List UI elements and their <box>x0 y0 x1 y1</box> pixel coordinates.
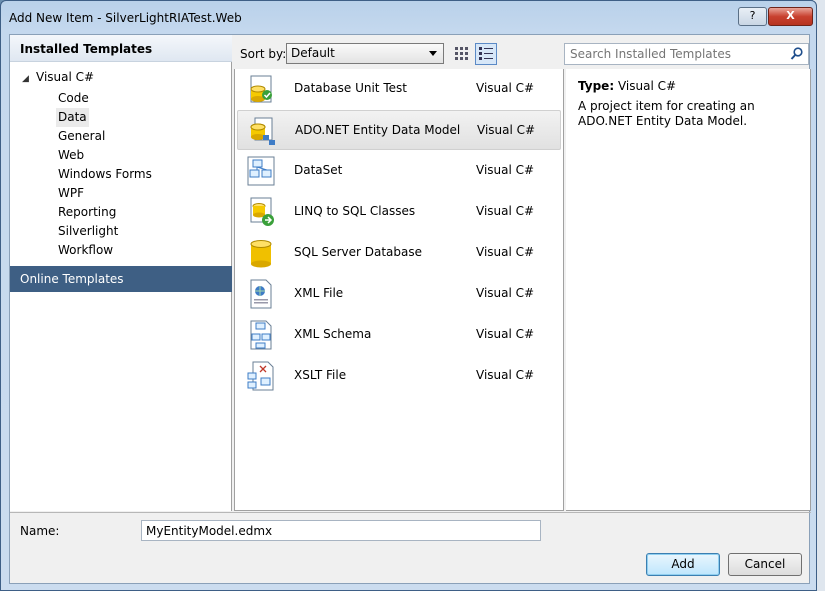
tree-item-general[interactable]: General <box>56 127 107 146</box>
tree-root-label: Visual C# <box>36 70 95 84</box>
search-input[interactable] <box>565 44 785 64</box>
tree-item-code[interactable]: Code <box>56 89 91 108</box>
template-language: Visual C# <box>476 163 535 177</box>
template-row[interactable]: LINQ to SQL Classes Visual C# <box>237 192 561 232</box>
template-row[interactable]: XML Schema Visual C# <box>237 315 561 355</box>
sql-database-icon <box>250 240 272 268</box>
tree-item-workflow[interactable]: Workflow <box>56 241 115 260</box>
template-row[interactable]: XML File Visual C# <box>237 274 561 314</box>
online-templates-item[interactable]: Online Templates <box>10 266 232 292</box>
toolbar: Sort by: Default <box>233 35 811 67</box>
template-name: XML File <box>294 286 344 300</box>
template-language: Visual C# <box>476 368 535 382</box>
template-name: XSLT File <box>294 368 347 382</box>
template-row[interactable]: DataSet Visual C# <box>237 151 561 191</box>
name-label: Name: <box>20 524 60 538</box>
template-row[interactable]: ADO.NET Entity Data Model Visual C# <box>237 110 561 150</box>
dataset-icon <box>247 156 275 186</box>
details-view-button[interactable] <box>475 43 497 65</box>
sort-dropdown-value: Default <box>291 46 335 60</box>
tree-item-silverlight[interactable]: Silverlight <box>56 222 120 241</box>
template-list: Database Unit Test Visual C# ADO.NET Entit… <box>234 69 564 511</box>
template-language: Visual C# <box>476 245 535 259</box>
template-name: SQL Server Database <box>294 245 422 259</box>
sort-by-label: Sort by: <box>240 47 287 61</box>
search-icon[interactable] <box>790 47 804 61</box>
grid-view-icon <box>455 47 468 60</box>
template-language: Visual C# <box>477 123 536 137</box>
template-language: Visual C# <box>476 81 535 95</box>
cancel-button[interactable]: Cancel <box>728 553 802 576</box>
xml-file-icon <box>250 279 272 309</box>
template-name: XML Schema <box>294 327 372 341</box>
dialog-body: Installed Templates ◢ Visual C# Code Data G… <box>9 34 811 584</box>
linq-to-sql-icon <box>250 197 274 226</box>
entity-data-model-icon <box>250 117 275 145</box>
type-label: Type: <box>578 79 615 93</box>
template-name: ADO.NET Entity Data Model <box>295 123 461 137</box>
template-language: Visual C# <box>476 204 535 218</box>
add-button[interactable]: Add <box>646 553 720 576</box>
template-description: A project item for creating an ADO.NET E… <box>578 99 755 128</box>
close-button[interactable]: X <box>768 7 813 26</box>
search-box[interactable] <box>564 43 809 65</box>
xml-schema-icon <box>250 320 272 350</box>
database-unit-test-icon <box>250 75 272 103</box>
template-details-pane: Type: Visual C# A project item for creat… <box>566 69 811 511</box>
template-row[interactable]: SQL Server Database Visual C# <box>237 233 561 273</box>
help-button[interactable]: ? <box>738 7 767 26</box>
name-row: Name: <box>10 512 811 542</box>
tree-item-data[interactable]: Data <box>56 108 89 127</box>
template-row[interactable]: Database Unit Test Visual C# <box>237 69 561 109</box>
add-new-item-dialog: Add New Item - SilverLightRIATest.Web ? … <box>0 0 817 591</box>
template-language: Visual C# <box>476 286 535 300</box>
type-line: Type: Visual C# <box>578 79 798 99</box>
small-icons-view-button[interactable] <box>451 43 473 65</box>
tree-item-reporting[interactable]: Reporting <box>56 203 118 222</box>
list-view-icon <box>479 47 493 60</box>
template-language: Visual C# <box>476 327 535 341</box>
sort-dropdown[interactable]: Default <box>286 43 444 64</box>
installed-templates-header[interactable]: Installed Templates <box>10 35 232 62</box>
expand-arrow-icon[interactable]: ◢ <box>22 74 36 84</box>
template-name: Database Unit Test <box>294 81 407 95</box>
template-categories-panel: Installed Templates ◢ Visual C# Code Data G… <box>10 35 232 511</box>
name-field[interactable] <box>141 520 541 541</box>
tree-item-windows-forms[interactable]: Windows Forms <box>56 165 154 184</box>
template-name: LINQ to SQL Classes <box>294 204 416 218</box>
tree-root-visual-csharp[interactable]: ◢ Visual C# <box>22 70 94 88</box>
type-value: Visual C# <box>617 79 677 93</box>
template-name: DataSet <box>294 163 343 177</box>
tree-item-web[interactable]: Web <box>56 146 86 165</box>
template-row[interactable]: XSLT File Visual C# <box>237 356 561 396</box>
chevron-down-icon <box>429 51 437 56</box>
tree-item-wpf[interactable]: WPF <box>56 184 86 203</box>
title-bar: Add New Item - SilverLightRIATest.Web ? … <box>1 1 816 33</box>
window-title: Add New Item - SilverLightRIATest.Web <box>9 11 242 25</box>
xslt-file-icon <box>247 361 274 391</box>
